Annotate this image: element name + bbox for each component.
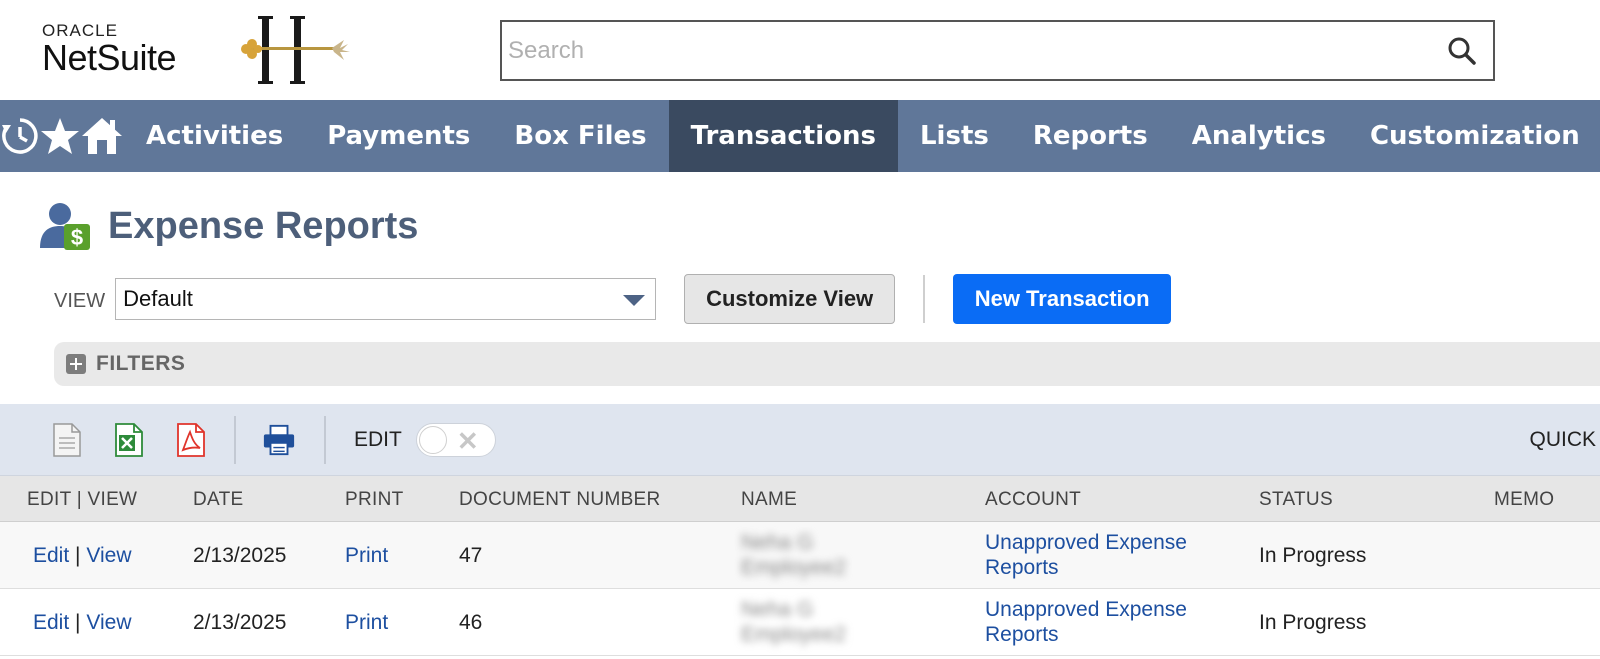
list-toolbar: EDIT ✕ QUICK bbox=[0, 404, 1600, 476]
nav-box-files[interactable]: Box Files bbox=[492, 100, 668, 172]
expense-report-icon: $ bbox=[40, 203, 90, 250]
star-icon[interactable] bbox=[40, 100, 80, 172]
header: ORACLE NetSuite bbox=[0, 0, 1600, 100]
export-csv-icon[interactable] bbox=[50, 420, 84, 460]
toggle-knob bbox=[418, 425, 447, 454]
edit-view-cell: Edit | View bbox=[33, 544, 131, 568]
column-header-document-number[interactable]: DOCUMENT NUMBER bbox=[459, 489, 661, 511]
nav-transactions[interactable]: Transactions bbox=[668, 100, 898, 172]
search-input[interactable] bbox=[502, 22, 1402, 79]
nav-customization[interactable]: Customization bbox=[1348, 100, 1600, 172]
account-line-2: Reports bbox=[985, 623, 1059, 646]
account-link[interactable]: Unapproved Expense Reports bbox=[985, 597, 1225, 647]
column-header-status[interactable]: STATUS bbox=[1259, 489, 1333, 511]
customize-view-button[interactable]: Customize View bbox=[684, 274, 896, 324]
link-separator: | bbox=[75, 544, 81, 567]
document-number-cell: 46 bbox=[459, 611, 483, 634]
edit-mode-toggle[interactable]: ✕ bbox=[415, 422, 496, 457]
toolbar-divider bbox=[324, 415, 326, 464]
name-cell[interactable]: Neha G Employee2 bbox=[741, 597, 981, 647]
recent-icon[interactable] bbox=[0, 100, 40, 172]
column-header-account[interactable]: ACCOUNT bbox=[985, 489, 1081, 511]
column-header-memo[interactable]: MEMO bbox=[1494, 489, 1554, 511]
account-line-1: Unapproved Expense bbox=[985, 531, 1187, 554]
filters-label: FILTERS bbox=[96, 352, 186, 375]
edit-link[interactable]: Edit bbox=[33, 544, 69, 567]
column-header-edit-view[interactable]: EDIT | VIEW bbox=[27, 489, 137, 511]
edit-mode-label: EDIT bbox=[354, 427, 402, 451]
page-header: $ Expense Reports bbox=[38, 196, 418, 256]
nav-activities[interactable]: Activities bbox=[124, 100, 305, 172]
view-select[interactable]: Default bbox=[115, 278, 657, 320]
nav-lists[interactable]: Lists bbox=[898, 100, 1011, 172]
table-header: EDIT | VIEW DATE PRINT DOCUMENT NUMBER N… bbox=[0, 476, 1600, 522]
chevron-down-icon[interactable] bbox=[623, 295, 646, 306]
view-controls: VIEW Default Customize View New Transact… bbox=[54, 274, 1172, 324]
page-title: Expense Reports bbox=[108, 204, 419, 247]
column-header-print[interactable]: PRINT bbox=[345, 489, 404, 511]
global-search[interactable] bbox=[500, 20, 1495, 81]
nav-payments[interactable]: Payments bbox=[305, 100, 492, 172]
quick-search-label: QUICK bbox=[1529, 428, 1596, 451]
netsuite-logo[interactable]: ORACLE NetSuite bbox=[42, 22, 177, 78]
name-line-1: Neha G bbox=[741, 598, 814, 621]
search-icon[interactable] bbox=[1447, 36, 1477, 66]
divider bbox=[923, 275, 926, 323]
date-cell: 2/13/2025 bbox=[193, 611, 287, 634]
svg-text:$: $ bbox=[71, 225, 83, 250]
nav-reports[interactable]: Reports bbox=[1011, 100, 1170, 172]
account-line-1: Unapproved Expense bbox=[985, 598, 1187, 621]
home-icon[interactable] bbox=[80, 100, 124, 172]
nav-analytics[interactable]: Analytics bbox=[1170, 100, 1348, 172]
document-number-cell: 47 bbox=[459, 544, 483, 567]
date-cell: 2/13/2025 bbox=[193, 544, 287, 567]
name-line-2: Employee2 bbox=[741, 623, 847, 646]
status-cell: In Progress bbox=[1259, 611, 1367, 634]
export-pdf-icon[interactable] bbox=[174, 420, 208, 460]
column-header-name[interactable]: NAME bbox=[741, 489, 797, 511]
export-excel-icon[interactable] bbox=[112, 420, 146, 460]
status-cell: In Progress bbox=[1259, 544, 1367, 567]
account-line-2: Reports bbox=[985, 556, 1059, 579]
view-label: VIEW bbox=[54, 289, 106, 312]
name-line-2: Employee2 bbox=[741, 556, 847, 579]
filters-toggle[interactable]: FILTERS bbox=[54, 342, 1600, 386]
close-icon: ✕ bbox=[456, 425, 479, 456]
new-transaction-button[interactable]: New Transaction bbox=[953, 274, 1172, 324]
account-link[interactable]: Unapproved Expense Reports bbox=[985, 530, 1225, 580]
edit-link[interactable]: Edit bbox=[33, 611, 69, 634]
netsuite-wordmark: NetSuite bbox=[42, 37, 177, 78]
view-selected-value: Default bbox=[123, 286, 193, 311]
name-line-1: Neha G bbox=[741, 531, 814, 554]
main-nav: Activities Payments Box Files Transactio… bbox=[0, 100, 1600, 172]
toolbar-divider bbox=[234, 415, 236, 464]
expand-plus-icon[interactable] bbox=[66, 354, 86, 374]
table-row: Edit | View 2/13/2025 Print 47 Neha G Em… bbox=[0, 522, 1600, 589]
print-icon[interactable] bbox=[262, 420, 296, 460]
column-header-date[interactable]: DATE bbox=[193, 489, 243, 511]
table-row: Edit | View 2/13/2025 Print 46 Neha G Em… bbox=[0, 589, 1600, 656]
expense-reports-table: EDIT | VIEW DATE PRINT DOCUMENT NUMBER N… bbox=[0, 476, 1600, 656]
print-link[interactable]: Print bbox=[345, 611, 388, 635]
edit-view-cell: Edit | View bbox=[33, 611, 131, 635]
link-separator: | bbox=[75, 611, 81, 634]
name-cell[interactable]: Neha G Employee2 bbox=[741, 530, 981, 580]
view-link[interactable]: View bbox=[86, 611, 131, 634]
company-logo-icon bbox=[240, 14, 360, 86]
print-link[interactable]: Print bbox=[345, 544, 388, 568]
view-link[interactable]: View bbox=[86, 544, 131, 567]
